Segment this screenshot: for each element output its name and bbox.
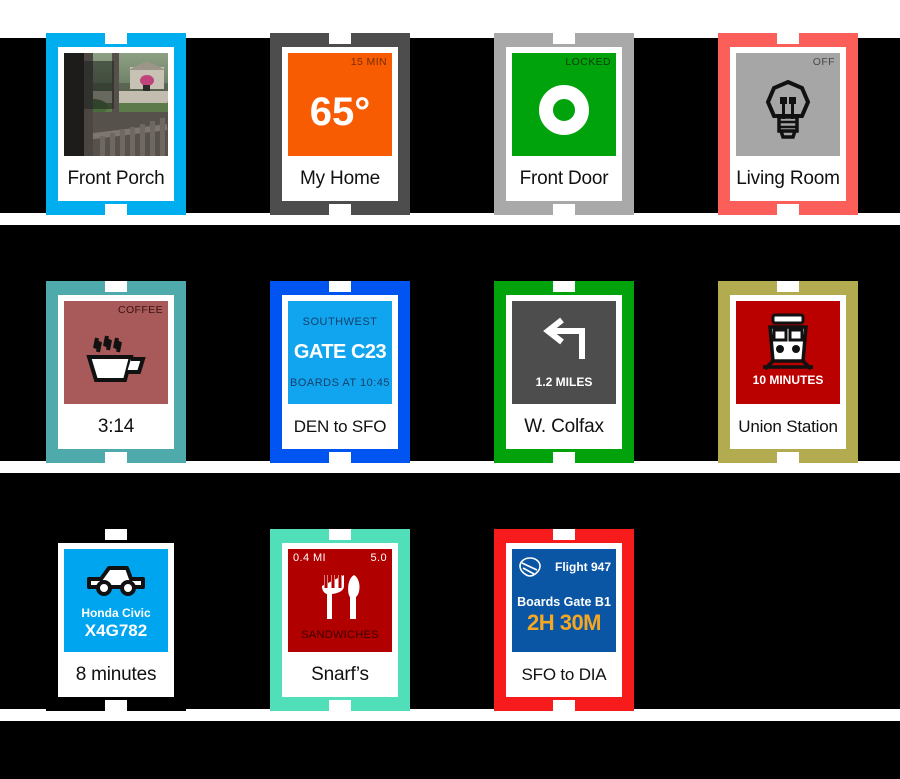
card-caption: Snarf’s <box>311 663 369 685</box>
coffee-label: COFFEE <box>118 304 163 316</box>
boarding-time: BOARDS AT 10:45 <box>289 376 391 389</box>
page-background-mid1 <box>0 225 900 286</box>
card-row-3: Honda Civic X4G782 8 minutes 0.4 MI 5.0 … <box>0 529 900 711</box>
front-porch-camera-image <box>64 53 168 156</box>
gate-number: GATE C23 <box>293 340 387 363</box>
boarding-pass-panel[interactable]: SOUTHWEST GATE C23 BOARDS AT 10:45 <box>288 301 392 404</box>
ticket-notch-top <box>329 33 351 44</box>
card-caption: DEN to SFO <box>293 416 387 436</box>
card-front-porch[interactable]: Front Porch <box>46 33 186 215</box>
lightbulb-icon <box>765 79 811 139</box>
train-eta: 10 MINUTES <box>752 373 824 387</box>
train-icon <box>763 313 813 371</box>
car-model: Honda Civic <box>81 606 151 620</box>
ticket-notch-top <box>777 33 799 44</box>
ticket-notch-top <box>553 33 575 44</box>
card-living-room-light[interactable]: OFF Living Room <box>718 33 858 215</box>
ticket-notch-bottom <box>329 204 351 215</box>
card-caption: Front Porch <box>67 167 165 189</box>
ticket-notch-top <box>553 281 575 292</box>
card-caption: My Home <box>300 167 380 189</box>
thermostat-time-remaining: 15 MIN <box>350 56 387 68</box>
card-caption: Living Room <box>736 167 840 189</box>
ticket-notch-bottom <box>329 700 351 711</box>
ticket-notch-bottom <box>553 452 575 463</box>
ticket-notch-top <box>329 281 351 292</box>
fork-knife-icon <box>322 575 360 619</box>
card-coffee-timer[interactable]: COFFEE 3:14 <box>46 281 186 463</box>
restaurant-distance: 0.4 MI <box>293 552 326 564</box>
turn-left-arrow-icon <box>543 317 585 359</box>
lock-status: LOCKED <box>565 56 611 68</box>
card-caption: W. Colfax <box>524 415 604 437</box>
card-rideshare-car[interactable]: Honda Civic X4G782 8 minutes <box>46 529 186 711</box>
train-panel[interactable]: 10 MINUTES <box>736 301 840 404</box>
flight-panel[interactable]: Flight 947 Boards Gate B1 2H 30M <box>512 549 616 652</box>
restaurant-panel[interactable]: 0.4 MI 5.0 SANDWICHES <box>288 549 392 652</box>
ticket-notch-bottom <box>105 204 127 215</box>
restaurant-rating: 5.0 <box>370 552 387 564</box>
ticket-notch-bottom <box>553 700 575 711</box>
page-background-bottom <box>0 721 900 779</box>
flight-duration: 2H 30M <box>526 610 602 635</box>
airline-name: SOUTHWEST <box>302 316 378 329</box>
page-background-mid2 <box>0 473 900 534</box>
card-caption: SFO to DIA <box>521 664 607 684</box>
coffee-cup-icon <box>86 335 146 382</box>
thermostat-temperature: 65° <box>309 89 371 134</box>
card-snarfs-restaurant[interactable]: 0.4 MI 5.0 SANDWICHES Snarf’s <box>270 529 410 711</box>
ticket-notch-bottom <box>553 204 575 215</box>
card-my-home-thermostat[interactable]: 15 MIN 65° My Home <box>270 33 410 215</box>
rideshare-panel[interactable]: Honda Civic X4G782 <box>64 549 168 652</box>
card-caption: 3:14 <box>97 415 135 437</box>
camera-preview[interactable] <box>64 53 168 156</box>
card-row-2: COFFEE 3:14 SOUTHWEST GATE C23 BOARDS AT… <box>0 281 900 463</box>
ticket-notch-bottom <box>777 204 799 215</box>
ticket-notch-top <box>553 529 575 540</box>
flight-number: Flight 947 <box>554 560 611 574</box>
ticket-notch-top <box>777 281 799 292</box>
car-icon <box>87 566 145 596</box>
thermostat-panel[interactable]: 15 MIN 65° <box>288 53 392 156</box>
light-panel[interactable]: OFF <box>736 53 840 156</box>
card-caption: Union Station <box>738 416 838 436</box>
ticket-notch-bottom <box>329 452 351 463</box>
flight-gate: Boards Gate B1 <box>517 595 611 609</box>
card-caption: 8 minutes <box>75 663 157 685</box>
restaurant-cuisine: SANDWICHES <box>301 629 379 641</box>
ticket-notch-top <box>105 281 127 292</box>
lock-panel[interactable]: LOCKED <box>512 53 616 156</box>
ticket-notch-top <box>105 33 127 44</box>
card-row-1: Front Porch 15 MIN 65° My Home LOCKED Fr… <box>0 33 900 215</box>
card-front-door-lock[interactable]: LOCKED Front Door <box>494 33 634 215</box>
ticket-notch-bottom <box>105 700 127 711</box>
license-plate: X4G782 <box>84 621 148 640</box>
card-union-station-train[interactable]: 10 MINUTES Union Station <box>718 281 858 463</box>
turn-distance: 1.2 MILES <box>535 375 593 389</box>
lock-ring-icon <box>539 84 589 135</box>
ticket-notch-top <box>105 529 127 540</box>
card-navigation-turn[interactable]: 1.2 MILES W. Colfax <box>494 281 634 463</box>
ticket-notch-bottom <box>777 452 799 463</box>
ticket-notch-top <box>329 529 351 540</box>
united-globe-icon <box>519 557 541 577</box>
card-southwest-boarding-pass[interactable]: SOUTHWEST GATE C23 BOARDS AT 10:45 DEN t… <box>270 281 410 463</box>
card-united-flight[interactable]: Flight 947 Boards Gate B1 2H 30M SFO to … <box>494 529 634 711</box>
coffee-panel[interactable]: COFFEE <box>64 301 168 404</box>
light-status: OFF <box>812 56 835 68</box>
ticket-notch-bottom <box>105 452 127 463</box>
card-caption: Front Door <box>519 167 609 189</box>
navigation-panel[interactable]: 1.2 MILES <box>512 301 616 404</box>
